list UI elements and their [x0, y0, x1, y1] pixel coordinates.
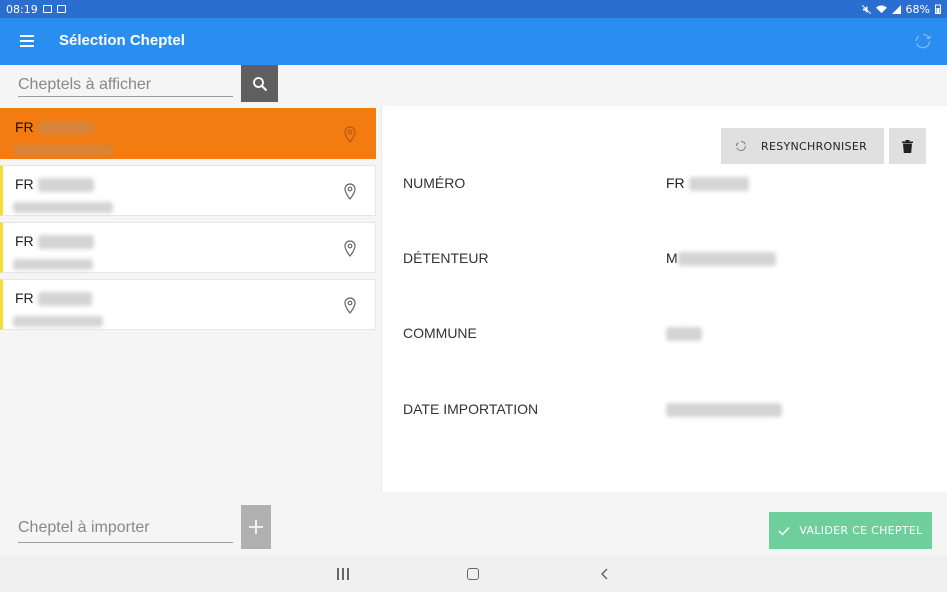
- resync-label: RESYNCHRONISER: [761, 139, 868, 153]
- mail-icon: [56, 5, 66, 13]
- location-pin-icon[interactable]: [343, 126, 357, 144]
- import-row: VALIDER CE CHEPTEL: [0, 493, 947, 556]
- status-bar: 08:19 68%: [0, 0, 947, 18]
- location-pin-icon[interactable]: [343, 297, 357, 315]
- check-icon: [778, 526, 790, 536]
- cheptel-list-item[interactable]: FR: [0, 108, 376, 159]
- field-value-detenteur: M: [666, 250, 678, 266]
- sync-icon: [736, 140, 746, 151]
- field-label-date-importation: DATE IMPORTATION: [403, 401, 539, 417]
- cheptel-code: FR: [15, 176, 34, 192]
- page-title: Sélection Cheptel: [59, 32, 185, 49]
- sync-icon[interactable]: [913, 31, 933, 51]
- plus-icon: [249, 520, 263, 534]
- system-nav-bar: [0, 556, 947, 592]
- battery-icon: [935, 4, 941, 14]
- trash-icon: [902, 139, 913, 153]
- cheptel-list-item[interactable]: FR: [0, 222, 376, 273]
- field-label-numero: NUMÉRO: [403, 175, 466, 191]
- field-label-commune: COMMUNE: [403, 325, 477, 341]
- wifi-icon: [875, 4, 887, 13]
- field-label-detenteur: DÉTENTEUR: [403, 250, 489, 266]
- menu-icon[interactable]: [20, 35, 34, 47]
- status-time: 08:19: [6, 2, 38, 16]
- search-icon: [252, 76, 267, 91]
- cheptel-list-item[interactable]: FR: [0, 279, 376, 330]
- cheptel-code: FR: [15, 119, 34, 135]
- delete-button[interactable]: [889, 128, 926, 164]
- search-input[interactable]: [18, 74, 233, 97]
- location-pin-icon[interactable]: [343, 183, 357, 201]
- battery-level: 68%: [905, 2, 930, 16]
- field-value-numero: FR: [666, 175, 685, 191]
- back-icon[interactable]: [598, 567, 612, 581]
- cheptel-code: FR: [15, 290, 34, 306]
- signal-icon: [891, 4, 901, 14]
- home-icon[interactable]: [467, 568, 479, 580]
- validate-label: VALIDER CE CHEPTEL: [799, 524, 923, 537]
- status-right: 68%: [861, 0, 941, 18]
- cheptel-code: FR: [15, 233, 34, 249]
- location-pin-icon[interactable]: [343, 240, 357, 258]
- validate-button[interactable]: VALIDER CE CHEPTEL: [769, 512, 932, 549]
- search-row: [0, 65, 947, 106]
- recent-apps-icon[interactable]: [337, 568, 349, 580]
- resync-button[interactable]: RESYNCHRONISER: [721, 128, 884, 164]
- cheptel-list-item[interactable]: FR: [0, 165, 376, 216]
- cheptel-list: FR FR FR FR: [0, 106, 379, 493]
- add-button[interactable]: [241, 505, 271, 549]
- gallery-icon: [42, 5, 52, 13]
- app-bar: Sélection Cheptel: [0, 18, 947, 65]
- import-input[interactable]: [18, 514, 233, 543]
- search-button[interactable]: [241, 65, 278, 102]
- mute-icon: [861, 4, 871, 14]
- cheptel-detail-panel: RESYNCHRONISER NUMÉRO FR DÉTENTEUR M COM…: [381, 106, 947, 492]
